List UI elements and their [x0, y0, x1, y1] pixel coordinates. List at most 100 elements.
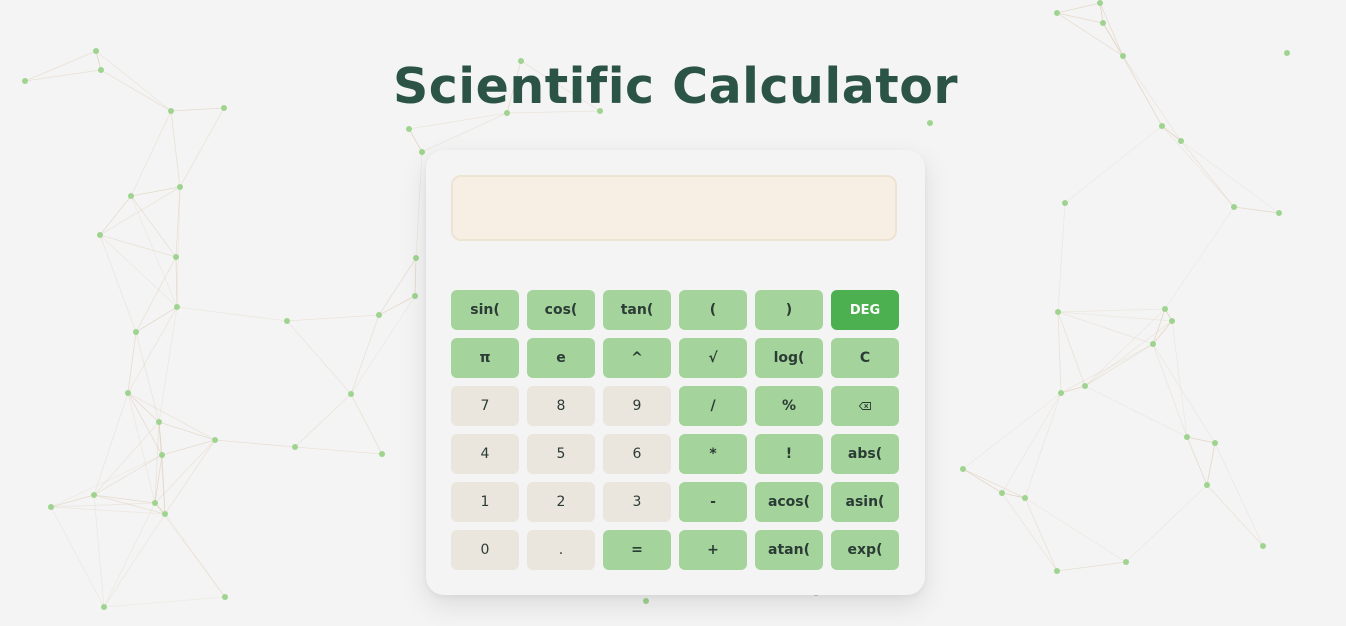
- network-line: [1056, 561, 1127, 572]
- calculator-panel: sin( cos( tan( ( ) DEG π e ^ √ log( C 7 …: [426, 150, 925, 595]
- network-node: [379, 451, 385, 457]
- acos-button[interactable]: acos(: [755, 482, 823, 522]
- equals-button[interactable]: =: [603, 530, 671, 570]
- network-line: [161, 454, 166, 515]
- network-line: [135, 306, 178, 333]
- digit-7-button[interactable]: 7: [451, 386, 519, 426]
- network-line: [103, 502, 156, 608]
- network-node: [1123, 559, 1129, 565]
- backspace-button[interactable]: [831, 386, 899, 426]
- network-node: [222, 594, 228, 600]
- digit-8-button[interactable]: 8: [527, 386, 595, 426]
- digit-3-button[interactable]: 3: [603, 482, 671, 522]
- digit-2-button[interactable]: 2: [527, 482, 595, 522]
- exp-button[interactable]: exp(: [831, 530, 899, 570]
- network-line: [99, 234, 137, 333]
- network-line: [294, 446, 383, 455]
- network-node: [125, 390, 131, 396]
- multiply-button[interactable]: *: [679, 434, 747, 474]
- network-node: [1082, 383, 1088, 389]
- network-line: [130, 110, 172, 197]
- network-line: [1064, 125, 1163, 204]
- network-node: [376, 312, 382, 318]
- network-node: [960, 466, 966, 472]
- network-line: [350, 295, 416, 395]
- network-line: [179, 107, 225, 188]
- network-line: [93, 494, 156, 504]
- network-node: [1178, 138, 1184, 144]
- network-node: [1150, 341, 1156, 347]
- network-line: [1057, 308, 1166, 313]
- divide-button[interactable]: /: [679, 386, 747, 426]
- network-line: [103, 513, 166, 608]
- network-line: [962, 392, 1062, 470]
- network-line: [93, 421, 160, 496]
- network-line: [962, 468, 1026, 499]
- network-line: [158, 306, 178, 423]
- calculator-display[interactable]: [451, 175, 897, 241]
- digit-5-button[interactable]: 5: [527, 434, 595, 474]
- network-node: [1058, 390, 1064, 396]
- asin-button[interactable]: asin(: [831, 482, 899, 522]
- minus-button[interactable]: -: [679, 482, 747, 522]
- network-node: [999, 490, 1005, 496]
- network-line: [294, 393, 352, 448]
- network-line: [1161, 125, 1182, 142]
- network-line: [350, 314, 380, 395]
- plus-button[interactable]: +: [679, 530, 747, 570]
- network-line: [103, 596, 226, 608]
- clear-button[interactable]: C: [831, 338, 899, 378]
- network-line: [50, 502, 156, 508]
- network-line: [1152, 320, 1173, 345]
- network-node: [93, 48, 99, 54]
- network-line: [130, 195, 177, 258]
- network-line: [1060, 343, 1154, 394]
- network-line: [421, 112, 508, 153]
- abs-button[interactable]: abs(: [831, 434, 899, 474]
- digit-1-button[interactable]: 1: [451, 482, 519, 522]
- close-paren-button[interactable]: ): [755, 290, 823, 330]
- network-line: [127, 306, 178, 394]
- power-button[interactable]: ^: [603, 338, 671, 378]
- decimal-point-button[interactable]: .: [527, 530, 595, 570]
- cos-button[interactable]: cos(: [527, 290, 595, 330]
- log-button[interactable]: log(: [755, 338, 823, 378]
- network-line: [154, 439, 216, 504]
- network-node: [419, 149, 425, 155]
- tan-button[interactable]: tan(: [603, 290, 671, 330]
- digit-0-button[interactable]: 0: [451, 530, 519, 570]
- network-node: [1276, 210, 1282, 216]
- open-paren-button[interactable]: (: [679, 290, 747, 330]
- e-button[interactable]: e: [527, 338, 595, 378]
- network-line: [1001, 492, 1058, 572]
- network-node: [1055, 309, 1061, 315]
- factorial-button[interactable]: !: [755, 434, 823, 474]
- network-line: [1057, 202, 1066, 313]
- sqrt-button[interactable]: √: [679, 338, 747, 378]
- network-node: [1054, 10, 1060, 16]
- network-line: [135, 256, 177, 333]
- deg-mode-button[interactable]: DEG: [831, 290, 899, 330]
- network-line: [127, 331, 137, 394]
- network-line: [1084, 343, 1154, 387]
- sin-button[interactable]: sin(: [451, 290, 519, 330]
- digit-4-button[interactable]: 4: [451, 434, 519, 474]
- network-node: [173, 254, 179, 260]
- network-line: [1125, 484, 1208, 563]
- network-node: [1159, 123, 1165, 129]
- digit-6-button[interactable]: 6: [603, 434, 671, 474]
- digit-9-button[interactable]: 9: [603, 386, 671, 426]
- network-node: [1260, 543, 1266, 549]
- percent-button[interactable]: %: [755, 386, 823, 426]
- network-node: [174, 304, 180, 310]
- pi-button[interactable]: π: [451, 338, 519, 378]
- network-node: [1162, 306, 1168, 312]
- network-line: [1024, 497, 1058, 572]
- network-node: [48, 504, 54, 510]
- network-line: [50, 454, 163, 508]
- network-line: [161, 439, 216, 456]
- network-node: [101, 604, 107, 610]
- atan-button[interactable]: atan(: [755, 530, 823, 570]
- network-line: [1057, 311, 1086, 387]
- network-line: [1057, 311, 1062, 394]
